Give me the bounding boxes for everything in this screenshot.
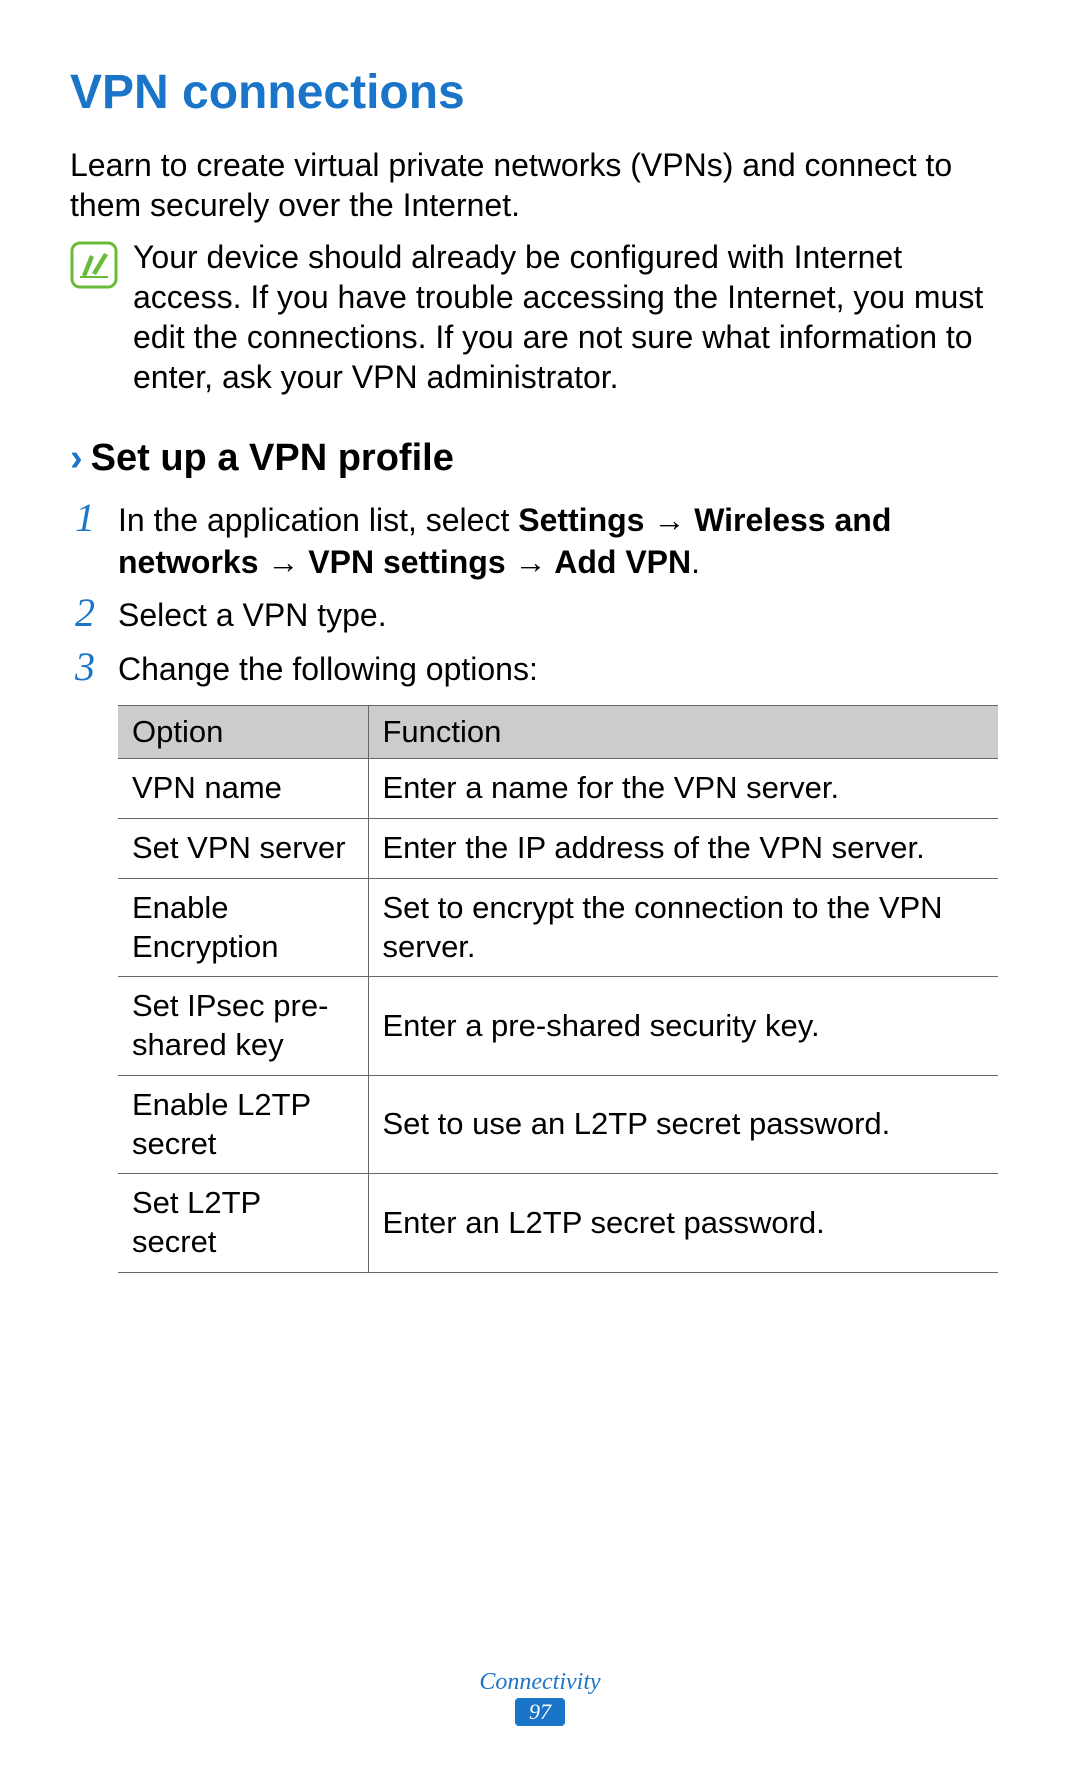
cell-option: Enable L2TP secret (118, 1075, 368, 1174)
step-number: 2 (70, 593, 100, 633)
step-1-prefix: In the application list, select (118, 502, 518, 538)
step-1-suffix: . (691, 544, 700, 580)
table-header-row: Option Function (118, 706, 998, 759)
cell-option: VPN name (118, 759, 368, 819)
chevron-right-icon: › (70, 439, 83, 477)
sub-heading: Set up a VPN profile (91, 437, 454, 480)
step-text: Change the following options: (118, 647, 538, 691)
table-row: Set L2TP secret Enter an L2TP secret pas… (118, 1174, 998, 1273)
cell-option: Set IPsec pre-shared key (118, 977, 368, 1076)
table-row: VPN name Enter a name for the VPN server… (118, 759, 998, 819)
options-table: Option Function VPN name Enter a name fo… (118, 705, 998, 1273)
cell-function: Enter a pre-shared security key. (368, 977, 998, 1076)
step-text: Select a VPN type. (118, 593, 387, 637)
page-heading: VPN connections (70, 65, 1010, 120)
header-function: Function (368, 706, 998, 759)
sub-heading-row: › Set up a VPN profile (70, 437, 1010, 480)
step-3: 3 Change the following options: (70, 647, 1010, 691)
header-option: Option (118, 706, 368, 759)
table-row: Enable L2TP secret Set to use an L2TP se… (118, 1075, 998, 1174)
table-row: Enable Encryption Set to encrypt the con… (118, 878, 998, 977)
cell-option: Set VPN server (118, 819, 368, 879)
page-footer: Connectivity 97 (0, 1669, 1080, 1726)
footer-section-label: Connectivity (0, 1669, 1080, 1696)
table-row: Set VPN server Enter the IP address of t… (118, 819, 998, 879)
note-text: Your device should already be configured… (133, 237, 1010, 397)
cell-function: Set to use an L2TP secret password. (368, 1075, 998, 1174)
step-2: 2 Select a VPN type. (70, 593, 1010, 637)
page-number-badge: 97 (515, 1698, 565, 1726)
step-number: 1 (70, 498, 100, 538)
cell-function: Enter an L2TP secret password. (368, 1174, 998, 1273)
step-text: In the application list, select Settings… (118, 498, 1010, 583)
step-1: 1 In the application list, select Settin… (70, 498, 1010, 583)
cell-function: Set to encrypt the connection to the VPN… (368, 878, 998, 977)
cell-option: Set L2TP secret (118, 1174, 368, 1273)
step-number: 3 (70, 647, 100, 687)
cell-function: Enter the IP address of the VPN server. (368, 819, 998, 879)
intro-paragraph: Learn to create virtual private networks… (70, 145, 1010, 225)
note-block: Your device should already be configured… (70, 237, 1010, 397)
cell-function: Enter a name for the VPN server. (368, 759, 998, 819)
table-row: Set IPsec pre-shared key Enter a pre-sha… (118, 977, 998, 1076)
cell-option: Enable Encryption (118, 878, 368, 977)
note-icon (70, 241, 118, 289)
